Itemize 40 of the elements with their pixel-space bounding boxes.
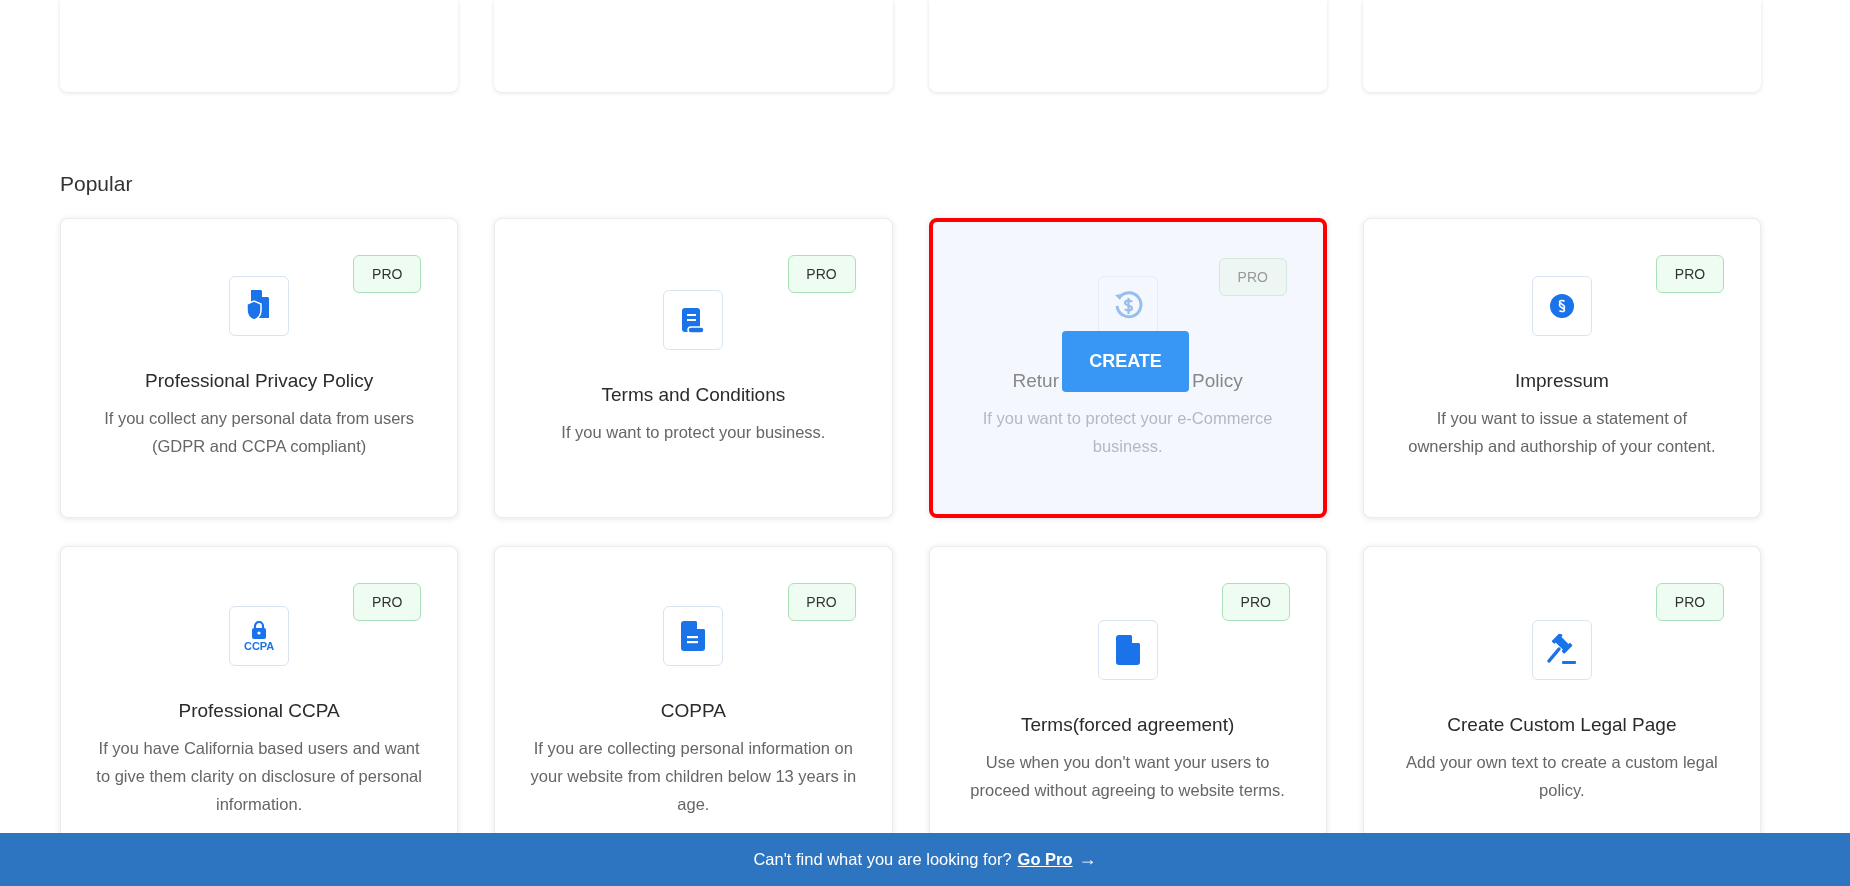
- card-title: Terms and Conditions: [601, 384, 786, 406]
- card-description: Use when you don't want your users to proceed without agreeing to website terms.: [969, 752, 1286, 801]
- policy-card[interactable]: PRO Professional Privacy Policy If you collect any personal data from users (GDPR and CCPA compliant): [60, 218, 459, 518]
- card-description: If you have California based users and want to give them clarity on disclosure of personal information.: [95, 738, 423, 815]
- pro-badge: PRO: [1221, 583, 1290, 621]
- card-description: If you collect any personal data from users (GDPR and CCPA compliant): [103, 408, 416, 457]
- card-title: Impressum: [1514, 370, 1609, 392]
- card-title: Professional CCPA: [178, 700, 340, 722]
- card-title: Terms(forced agreement): [1020, 714, 1235, 736]
- pro-badge: PRO: [787, 255, 856, 293]
- section-sign-icon: [1549, 294, 1574, 318]
- arrow-icon: →: [1078, 849, 1097, 870]
- policy-card[interactable]: PRO Terms(forced agreement) Use when you don't want your users to proceed without agreeing to website terms.: [928, 546, 1327, 833]
- pro-badge: PRO: [353, 255, 422, 293]
- policy-card[interactable]: PRO CCPA Professional CCPA If you have California based users and want to give them clarity on disclosure of personal information.: [60, 546, 459, 833]
- footer-text: Can't find what you are looking for?: [753, 850, 1012, 869]
- card-description: If you want to protect your e-Commerce business.: [981, 408, 1274, 457]
- card-description: If you want to issue a statement of ownership and authorship of your content.: [1407, 408, 1717, 457]
- card-title: Professional Privacy Policy: [145, 370, 374, 392]
- pro-badge: PRO: [1656, 583, 1724, 621]
- policy-card[interactable]: PRO Terms and Conditions If you want to protect your business.: [494, 218, 893, 518]
- card-title: Create Custom Legal Page: [1447, 714, 1677, 736]
- card-title: Retur: [1012, 370, 1059, 392]
- policy-card[interactable]: PRO COPPA If you are collecting personal information on your website from children below 13 years in age.: [494, 546, 893, 833]
- card-description: If you are collecting personal information on your website from children below 13 years in age.: [529, 738, 858, 815]
- pro-badge: PRO: [787, 583, 856, 621]
- policy-card[interactable]: PRO Impressum If you want to issue a statement of ownership and authorship of your content.: [1362, 218, 1761, 518]
- section-heading: Popular: [60, 172, 134, 196]
- pro-badge: PRO: [1218, 258, 1287, 296]
- card-title: Policy: [1192, 370, 1243, 392]
- document-icon: [681, 621, 706, 651]
- pro-badge: PRO: [353, 583, 422, 621]
- pro-badge: PRO: [1656, 255, 1724, 293]
- card-description: If you want to protect your business.: [561, 422, 826, 443]
- card-title: COPPA: [660, 700, 726, 722]
- go-pro-link[interactable]: Go Pro: [1017, 850, 1073, 869]
- gavel-icon: [1545, 634, 1578, 666]
- card-description: Add your own text to create a custom legal policy.: [1404, 752, 1719, 801]
- policy-card[interactable]: PRO Create Custom Legal Page Add your own text to create a custom legal policy.: [1362, 546, 1761, 833]
- document-icon: [1115, 635, 1140, 665]
